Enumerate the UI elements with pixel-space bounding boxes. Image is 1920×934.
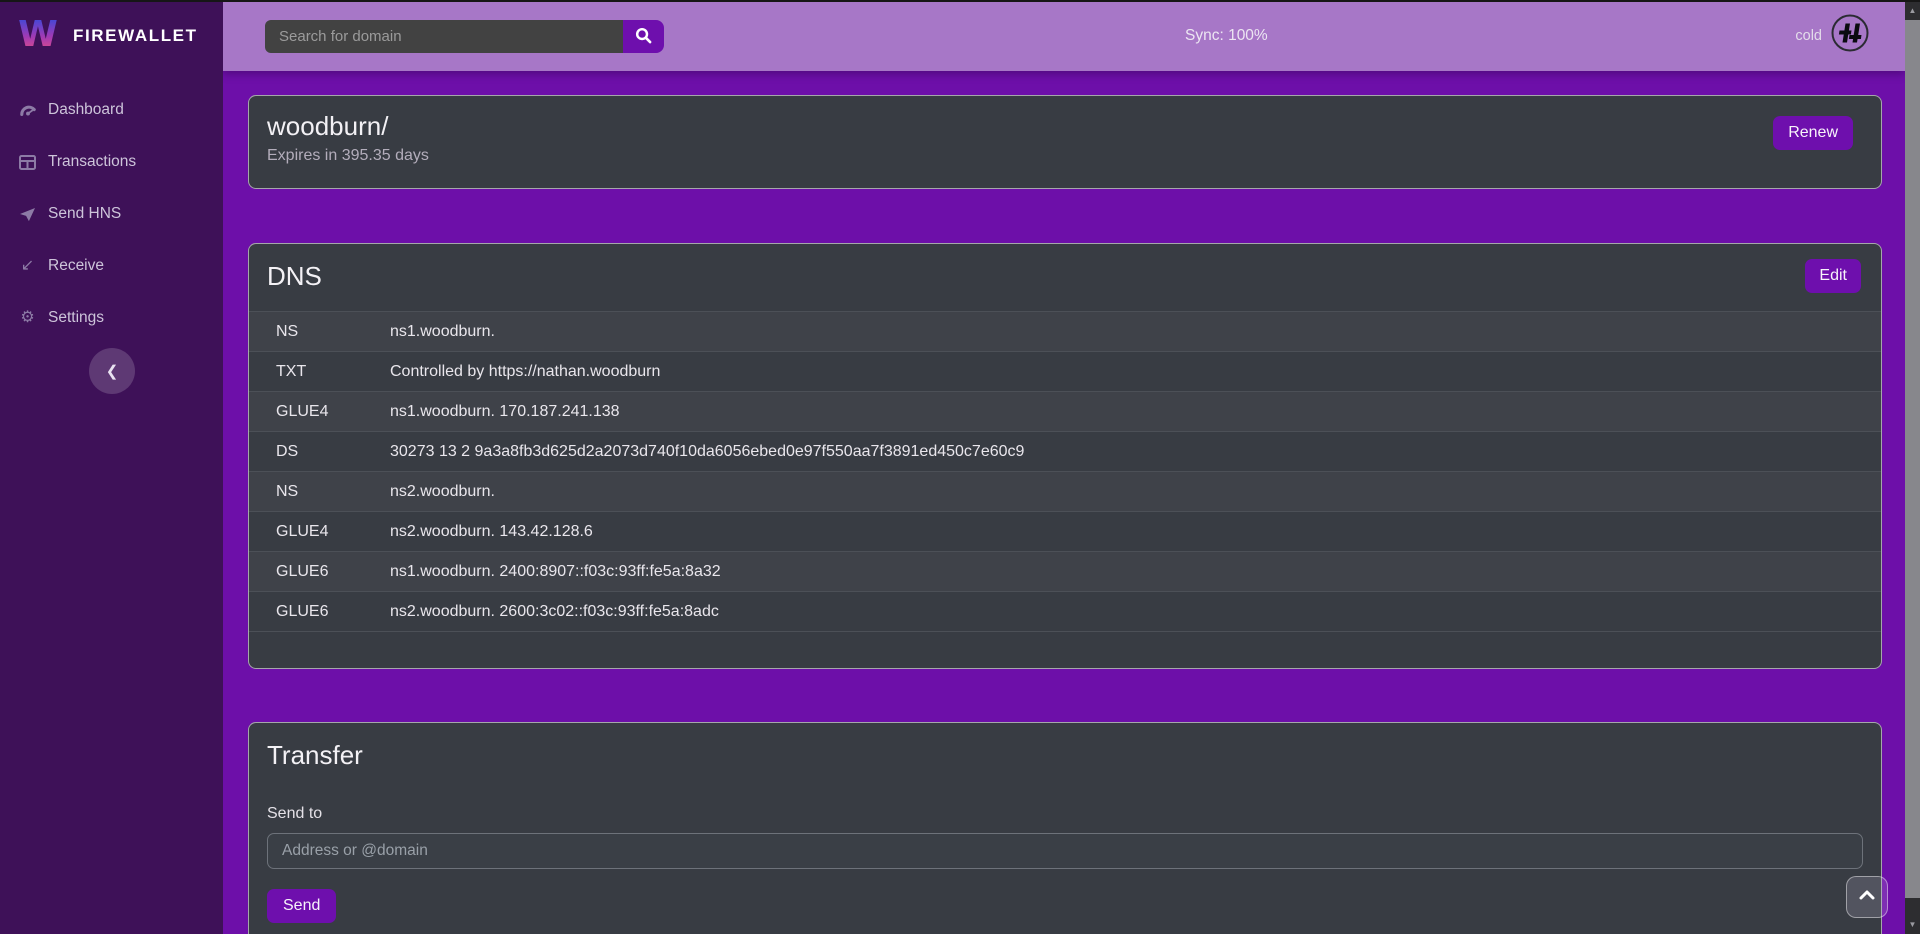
sidebar-item-label: Dashboard xyxy=(48,101,124,119)
dns-record-value: 30273 13 2 9a3a8fb3d625d2a2073d740f10da6… xyxy=(390,432,1881,472)
transfer-address-input[interactable] xyxy=(267,833,1863,869)
renew-button[interactable]: Renew xyxy=(1773,116,1853,150)
topbar: Sync: 100% cold xyxy=(223,0,1905,71)
send-button[interactable]: Send xyxy=(267,889,336,923)
vertical-scrollbar[interactable]: ▲ ▼ xyxy=(1905,0,1920,934)
wallet-name: cold xyxy=(1795,28,1822,44)
dns-card-header: DNS Edit xyxy=(249,244,1881,311)
settings-gear-icon: ⚙ xyxy=(18,310,37,326)
dns-record-type: NS xyxy=(249,472,390,512)
svg-text:W: W xyxy=(18,14,58,55)
scrollbar-arrow-down-icon[interactable]: ▼ xyxy=(1905,916,1920,932)
dns-record-row: DS 30273 13 2 9a3a8fb3d625d2a2073d740f10… xyxy=(249,432,1881,472)
handshake-logo-icon xyxy=(1831,14,1869,57)
sidebar-item-settings[interactable]: ⚙ Settings xyxy=(0,292,223,344)
dns-record-type: GLUE6 xyxy=(249,552,390,592)
main-content: woodburn/ Expires in 395.35 days Renew D… xyxy=(223,71,1905,934)
sidebar-item-transactions[interactable]: Transactions xyxy=(0,136,223,188)
sidebar-item-label: Settings xyxy=(48,309,104,327)
scroll-to-top-button[interactable] xyxy=(1846,876,1888,918)
dns-record-value: ns1.woodburn. xyxy=(390,312,1881,352)
scrollbar-arrow-up-icon[interactable]: ▲ xyxy=(1905,2,1920,18)
dns-record-value: ns2.woodburn. xyxy=(390,472,1881,512)
search-input[interactable] xyxy=(265,20,623,53)
sidebar-item-label: Send HNS xyxy=(48,205,121,223)
sidebar-item-label: Transactions xyxy=(48,153,136,171)
brand: W FIREWALLET xyxy=(0,0,223,70)
dns-record-row: NS ns2.woodburn. xyxy=(249,472,1881,512)
dns-record-row: TXT Controlled by https://nathan.woodbur… xyxy=(249,352,1881,392)
sidebar-nav: Dashboard Transactions Send HNS ↙ Rece xyxy=(0,84,223,344)
scrollbar-thumb[interactable] xyxy=(1905,20,1920,898)
transfer-title: Transfer xyxy=(267,737,1863,773)
dns-title: DNS xyxy=(267,258,1863,294)
domain-expiry-text: Expires in 395.35 days xyxy=(267,147,1863,165)
dns-record-value: ns2.woodburn. 2600:3c02::f03c:93ff:fe5a:… xyxy=(390,592,1881,632)
dns-record-value: Controlled by https://nathan.woodburn xyxy=(390,352,1881,392)
search-icon xyxy=(635,27,652,47)
dns-record-row: NS ns1.woodburn. xyxy=(249,312,1881,352)
chevron-left-icon: ❮ xyxy=(106,362,119,380)
wallet-area[interactable]: cold xyxy=(1795,0,1869,71)
dns-record-type: GLUE4 xyxy=(249,392,390,432)
sidebar-item-receive[interactable]: ↙ Receive xyxy=(0,240,223,292)
dns-record-value: ns2.woodburn. 143.42.128.6 xyxy=(390,512,1881,552)
firewallet-logo-icon: W xyxy=(16,11,60,60)
search-button[interactable] xyxy=(623,20,664,53)
sidebar-collapse-button[interactable]: ❮ xyxy=(89,348,135,394)
chevron-up-icon xyxy=(1857,888,1877,906)
dns-record-row: GLUE6 ns2.woodburn. 2600:3c02::f03c:93ff… xyxy=(249,592,1881,632)
dns-record-value: ns1.woodburn. 2400:8907::f03c:93ff:fe5a:… xyxy=(390,552,1881,592)
dns-record-type: GLUE6 xyxy=(249,592,390,632)
receive-arrow-icon: ↙ xyxy=(18,258,37,274)
dns-record-type: DS xyxy=(249,432,390,472)
dns-record-type: NS xyxy=(249,312,390,352)
dns-record-value: ns1.woodburn. 170.187.241.138 xyxy=(390,392,1881,432)
dns-record-type: GLUE4 xyxy=(249,512,390,552)
domain-summary-card: woodburn/ Expires in 395.35 days Renew xyxy=(248,95,1882,189)
dns-records-table: NS ns1.woodburn. TXT Controlled by https… xyxy=(249,311,1881,632)
dns-record-row: GLUE4 ns2.woodburn. 143.42.128.6 xyxy=(249,512,1881,552)
send-to-label: Send to xyxy=(267,805,1863,823)
dns-record-row: GLUE6 ns1.woodburn. 2400:8907::f03c:93ff… xyxy=(249,552,1881,592)
transfer-card: Transfer Send to Send xyxy=(248,722,1882,934)
edit-dns-button[interactable]: Edit xyxy=(1805,259,1861,293)
dashboard-gauge-icon xyxy=(18,102,37,118)
dns-record-row: GLUE4 ns1.woodburn. 170.187.241.138 xyxy=(249,392,1881,432)
dns-record-type: TXT xyxy=(249,352,390,392)
sidebar-item-send-hns[interactable]: Send HNS xyxy=(0,188,223,240)
send-plane-icon xyxy=(18,207,37,222)
sidebar-item-dashboard[interactable]: Dashboard xyxy=(0,84,223,136)
brand-title: FIREWALLET xyxy=(73,26,198,46)
sidebar-item-label: Receive xyxy=(48,257,104,275)
dns-card: DNS Edit NS ns1.woodburn. TXT Controlled… xyxy=(248,243,1882,669)
transactions-table-icon xyxy=(18,155,37,170)
sync-status: Sync: 100% xyxy=(1185,0,1268,71)
domain-title: woodburn/ xyxy=(267,109,1863,143)
window-top-edge xyxy=(0,0,1920,2)
sidebar: W FIREWALLET Dashboard xyxy=(0,0,223,934)
domain-search-group xyxy=(265,20,664,53)
